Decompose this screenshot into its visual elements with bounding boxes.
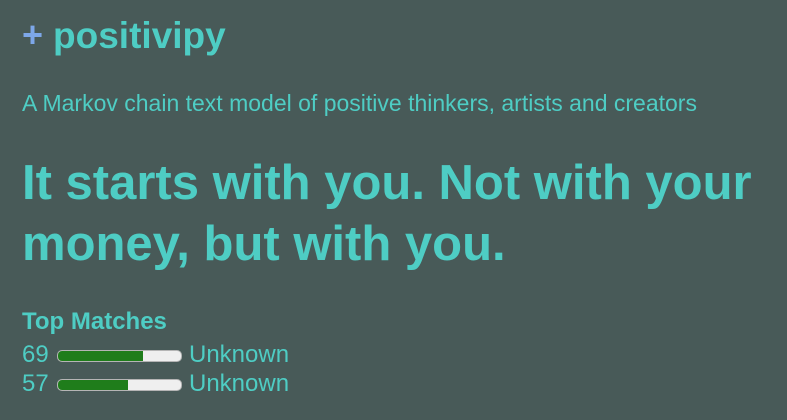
- app-tagline: A Markov chain text model of positive th…: [22, 90, 697, 116]
- plus-icon[interactable]: +: [22, 17, 43, 53]
- top-matches-section: Top Matches 69 Unknown 57 Unknown: [22, 308, 289, 398]
- top-matches-heading: Top Matches: [22, 308, 167, 335]
- match-progress-bar: [57, 378, 182, 391]
- app-title: positivipy: [53, 14, 226, 56]
- match-progress-bar: [57, 349, 182, 362]
- match-score: 57: [22, 369, 49, 397]
- match-author-label: Unknown: [189, 340, 290, 368]
- match-progress-fill: [58, 350, 143, 361]
- match-row: 69 Unknown: [22, 340, 289, 369]
- generated-quote: It starts with you. Not with your money,…: [22, 156, 752, 271]
- match-score: 69: [22, 340, 49, 368]
- app-header: + positivipy: [22, 14, 226, 56]
- match-author-label: Unknown: [189, 369, 290, 397]
- match-progress-fill: [58, 379, 129, 390]
- match-row: 57 Unknown: [22, 369, 289, 398]
